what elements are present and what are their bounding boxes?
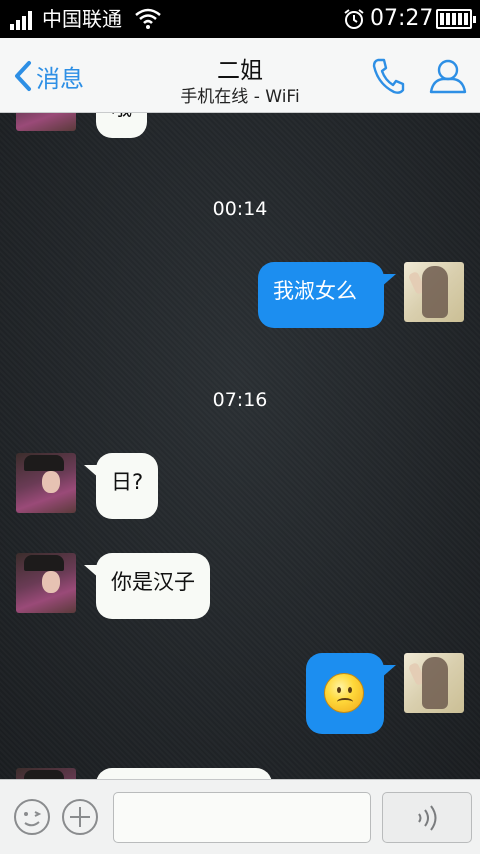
message-bubble-incoming[interactable]: 哦 [96, 113, 147, 138]
message-text: 你是汉子 [111, 570, 195, 594]
emoji-icon[interactable] [13, 798, 51, 836]
wifi-icon [135, 8, 161, 29]
message-bubble-incoming[interactable]: 日? [83, 453, 159, 519]
message-bubble-outgoing[interactable]: 我淑女么 [258, 262, 396, 328]
phone-icon[interactable] [370, 56, 406, 96]
avatar[interactable] [16, 553, 76, 613]
battery-icon [436, 9, 476, 29]
message-bubble-incoming[interactable]: 你是汉子 [84, 553, 210, 619]
message-input[interactable] [113, 792, 371, 843]
message-text: 日? [111, 470, 144, 494]
profile-icon[interactable] [428, 56, 468, 96]
time-stamp: 00:14 [212, 198, 268, 220]
avatar[interactable] [16, 453, 76, 513]
contact-name: 二姐 [217, 58, 263, 84]
chat-area[interactable]: 哦 00:14 我淑女么 07:16 日? 你是汉子 [0, 113, 480, 779]
input-bar [0, 779, 480, 854]
avatar[interactable] [404, 262, 464, 322]
time-stamp: 07:16 [212, 389, 268, 411]
nav-bar: 消息 二姐 手机在线 - WiFi [0, 38, 480, 113]
alarm-icon [344, 9, 364, 29]
plus-icon[interactable] [61, 798, 99, 836]
carrier-label: 中国联通 [42, 7, 122, 31]
contact-status: 手机在线 - WiFi [180, 87, 300, 107]
message-bubble-incoming[interactable] [96, 768, 272, 779]
status-bar: 中国联通 07:27 [0, 0, 480, 38]
voice-button[interactable] [382, 792, 472, 843]
avatar[interactable] [16, 768, 76, 779]
avatar[interactable] [404, 653, 464, 713]
voice-icon [418, 805, 437, 831]
message-bubble-outgoing[interactable] [306, 653, 396, 734]
signal-icon [10, 10, 36, 30]
message-text: 哦 [111, 113, 132, 120]
message-text: 我淑女么 [273, 279, 357, 303]
avatar[interactable] [16, 113, 76, 131]
sad-face-emoji [324, 673, 364, 713]
status-clock: 07:27 [370, 6, 434, 31]
